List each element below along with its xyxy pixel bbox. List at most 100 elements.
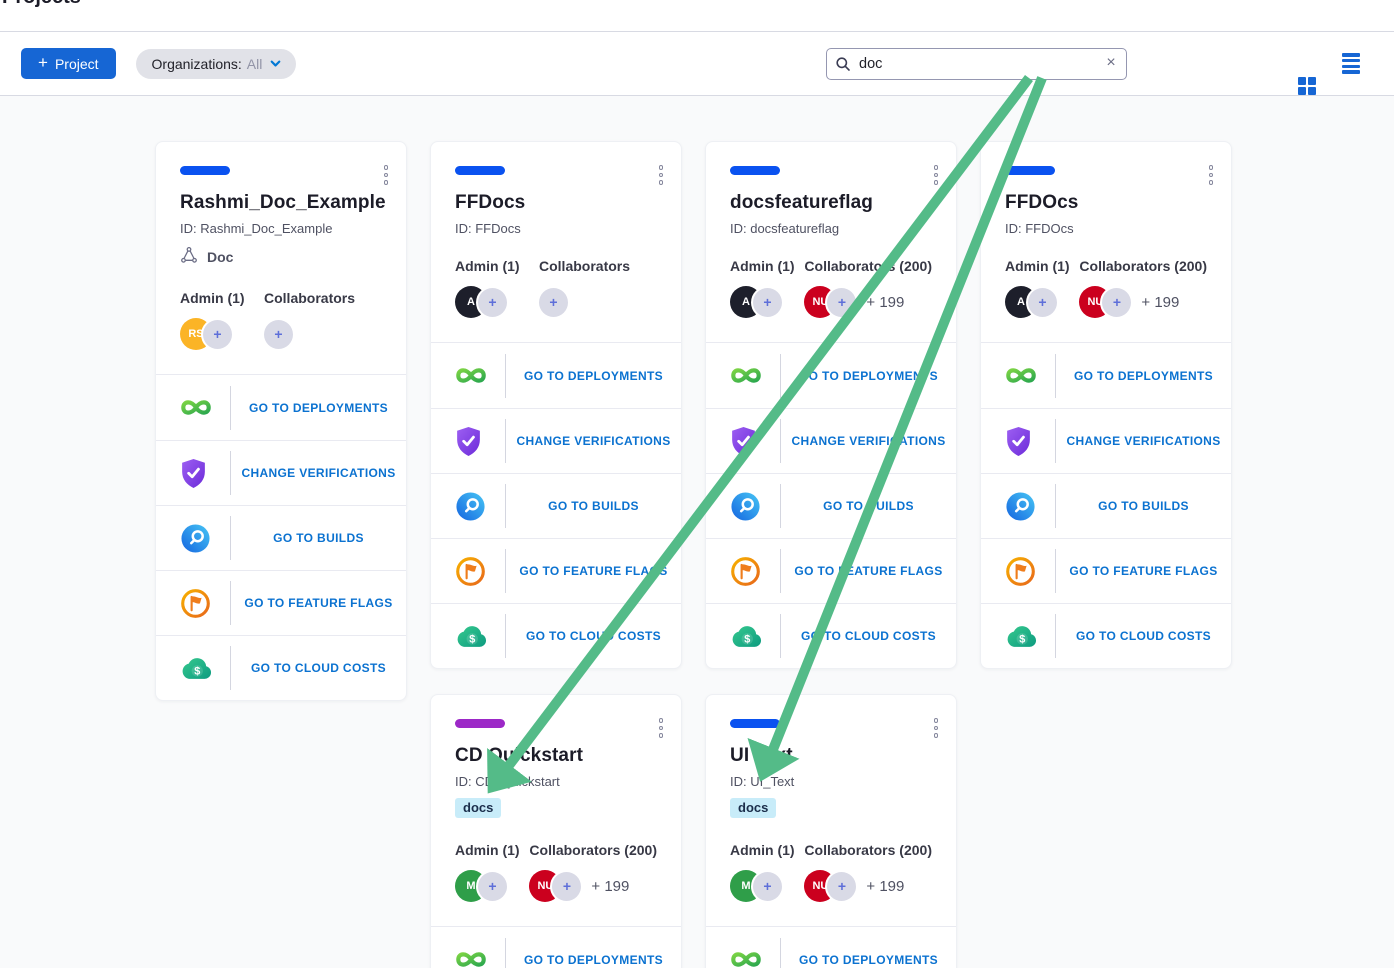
tag-row: docs [730, 798, 932, 820]
card-menu-button[interactable] [653, 161, 670, 189]
action-label: GO TO CLOUD COSTS [781, 629, 956, 643]
project-card-ui-text[interactable]: UI Text ID: UI_Text docs Admin (1) M + C… [705, 694, 957, 968]
project-color-bar [180, 166, 230, 175]
action-go-to-deployments[interactable]: GO TO DEPLOYMENTS [156, 375, 406, 440]
action-go-to-deployments[interactable]: GO TO DEPLOYMENTS [981, 343, 1231, 408]
project-card-rashmi-doc-example[interactable]: Rashmi_Doc_Example ID: Rashmi_Doc_Exampl… [155, 141, 407, 701]
project-color-bar [455, 166, 505, 175]
deployments-icon [1005, 365, 1055, 386]
svg-text:$: $ [194, 665, 200, 677]
action-go-to-feature-flags[interactable]: GO TO FEATURE FLAGS [431, 538, 681, 603]
grid-view-button[interactable] [1143, 32, 1316, 95]
list-view-icon [1342, 53, 1360, 73]
project-title[interactable]: UI Text [730, 745, 932, 767]
collaborators-label: Collaborators (200) [529, 842, 657, 858]
action-label: GO TO FEATURE FLAGS [231, 596, 406, 610]
cloud-costs-icon: $ [1005, 624, 1055, 649]
action-go-to-builds[interactable]: GO TO BUILDS [431, 473, 681, 538]
action-change-verifications[interactable]: CHANGE VERIFICATIONS [981, 408, 1231, 473]
project-color-bar [1005, 166, 1055, 175]
action-label: GO TO BUILDS [781, 499, 956, 513]
project-title[interactable]: Rashmi_Doc_Example [180, 192, 382, 214]
grid-column-4: FFDOcs ID: FFDOcs Admin (1) A + Collabor… [980, 141, 1232, 669]
action-go-to-deployments[interactable]: GO TO DEPLOYMENTS [706, 343, 956, 408]
project-card-docsfeatureflag[interactable]: docsfeatureflag ID: docsfeatureflag Admi… [705, 141, 957, 669]
clear-search-button[interactable]: × [1099, 51, 1123, 75]
admin-group: Admin (1) A + [1005, 258, 1079, 318]
svg-text:$: $ [1019, 633, 1025, 645]
project-title[interactable]: FFDOcs [1005, 192, 1207, 214]
project-color-bar [730, 166, 780, 175]
project-card-cd-quickstart[interactable]: CD Quickstart ID: CD_Quickstart docs Adm… [430, 694, 682, 968]
action-go-to-feature-flags[interactable]: GO TO FEATURE FLAGS [706, 538, 956, 603]
svg-text:$: $ [744, 633, 750, 645]
project-card-ffdocs[interactable]: FFDOcs ID: FFDOcs Admin (1) A + Collabor… [980, 141, 1232, 669]
card-menu-button[interactable] [378, 161, 395, 189]
add-collaborator-button[interactable]: + [1102, 288, 1131, 317]
search-input[interactable] [826, 48, 1127, 80]
verifications-icon [180, 458, 230, 489]
add-collaborator-button[interactable]: + [827, 288, 856, 317]
page-title: Projects [2, 0, 81, 9]
action-change-verifications[interactable]: CHANGE VERIFICATIONS [156, 440, 406, 505]
action-label: GO TO CLOUD COSTS [506, 629, 681, 643]
card-menu-button[interactable] [928, 161, 945, 189]
search-box: × [826, 48, 1127, 80]
action-go-to-feature-flags[interactable]: GO TO FEATURE FLAGS [156, 570, 406, 635]
action-go-to-deployments[interactable]: GO TO DEPLOYMENTS [431, 927, 681, 968]
add-admin-button[interactable]: + [1028, 288, 1057, 317]
action-go-to-feature-flags[interactable]: GO TO FEATURE FLAGS [981, 538, 1231, 603]
card-header: CD Quickstart ID: CD_Quickstart docs Adm… [431, 695, 681, 926]
card-actions: GO TO DEPLOYMENTS CHANGE VERIFICATIONS GO … [706, 342, 956, 668]
add-collaborator-button[interactable]: + [539, 288, 568, 317]
action-label: GO TO FEATURE FLAGS [506, 564, 681, 578]
collaborators-label: Collaborators [539, 258, 630, 274]
add-collaborator-button[interactable]: + [827, 872, 856, 901]
action-go-to-builds[interactable]: GO TO BUILDS [981, 473, 1231, 538]
organizations-filter[interactable]: Organizations: All [136, 49, 297, 79]
action-label: GO TO FEATURE FLAGS [781, 564, 956, 578]
collaborators-group: Collaborators + [539, 258, 630, 318]
admin-label: Admin (1) [180, 290, 264, 306]
project-card-ffdocs[interactable]: FFDocs ID: FFDocs Admin (1) A + Collabor… [430, 141, 682, 669]
project-tag: docs [455, 798, 501, 818]
project-title[interactable]: FFDocs [455, 192, 657, 214]
add-admin-button[interactable]: + [753, 288, 782, 317]
add-collaborator-button[interactable]: + [552, 872, 581, 901]
projects-grid: Rashmi_Doc_Example ID: Rashmi_Doc_Exampl… [0, 96, 1394, 968]
add-collaborator-button[interactable]: + [264, 320, 293, 349]
deployments-icon [180, 397, 230, 418]
action-go-to-deployments[interactable]: GO TO DEPLOYMENTS [706, 927, 956, 968]
action-go-to-cloud-costs[interactable]: $GO TO CLOUD COSTS [431, 603, 681, 668]
project-id: ID: Rashmi_Doc_Example [180, 221, 382, 236]
add-admin-button[interactable]: + [478, 872, 507, 901]
card-header: Rashmi_Doc_Example ID: Rashmi_Doc_Exampl… [156, 142, 406, 374]
admin-group: Admin (1) A + [730, 258, 804, 318]
new-project-button[interactable]: + Project [21, 48, 116, 79]
card-menu-button[interactable] [653, 714, 670, 742]
action-label: CHANGE VERIFICATIONS [506, 434, 681, 448]
verifications-icon [730, 426, 780, 457]
add-admin-button[interactable]: + [478, 288, 507, 317]
action-label: GO TO DEPLOYMENTS [781, 369, 956, 383]
action-go-to-builds[interactable]: GO TO BUILDS [706, 473, 956, 538]
list-view-button[interactable] [1340, 51, 1362, 75]
card-menu-button[interactable] [928, 714, 945, 742]
card-menu-button[interactable] [1203, 161, 1220, 189]
action-change-verifications[interactable]: CHANGE VERIFICATIONS [706, 408, 956, 473]
feature-flags-icon [180, 588, 230, 619]
card-actions: GO TO DEPLOYMENTS CHANGE VERIFICATIONS GO … [431, 342, 681, 668]
action-go-to-cloud-costs[interactable]: $GO TO CLOUD COSTS [156, 635, 406, 700]
add-admin-button[interactable]: + [753, 872, 782, 901]
card-actions: GO TO DEPLOYMENTS [431, 926, 681, 968]
builds-icon [455, 491, 505, 522]
add-admin-button[interactable]: + [203, 320, 232, 349]
project-title[interactable]: docsfeatureflag [730, 192, 932, 214]
action-go-to-deployments[interactable]: GO TO DEPLOYMENTS [431, 343, 681, 408]
action-go-to-cloud-costs[interactable]: $GO TO CLOUD COSTS [981, 603, 1231, 668]
action-go-to-cloud-costs[interactable]: $ GO TO CLOUD COSTS [706, 603, 956, 668]
action-change-verifications[interactable]: CHANGE VERIFICATIONS [431, 408, 681, 473]
action-go-to-builds[interactable]: GO TO BUILDS [156, 505, 406, 570]
project-title[interactable]: CD Quickstart [455, 745, 657, 767]
feature-flags-icon [730, 556, 780, 587]
